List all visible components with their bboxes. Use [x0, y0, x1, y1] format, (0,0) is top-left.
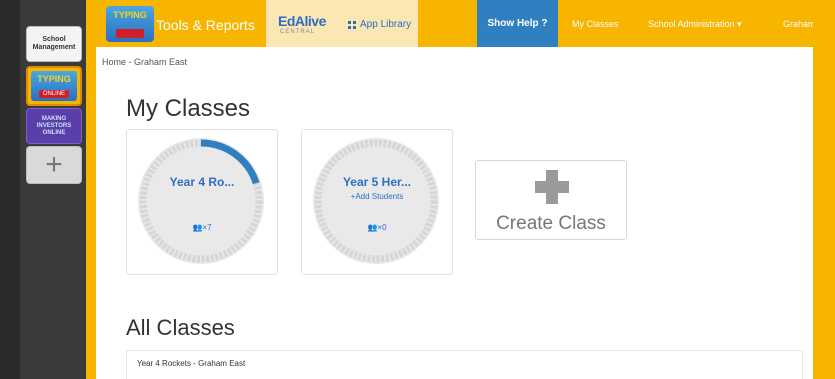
- edalive-logo-sub: CENTRAL: [280, 29, 316, 35]
- class-progress-ring: [313, 138, 439, 264]
- logo-subtitle: ONLINE: [39, 90, 69, 98]
- frame-border: [86, 0, 96, 379]
- add-students-link[interactable]: +Add Students: [302, 192, 452, 201]
- class-name: Year 4 Ro...: [169, 175, 235, 189]
- edalive-central-section: EdAlive CENTRAL App Library: [266, 0, 418, 47]
- ring-disc: [313, 138, 439, 264]
- school-administration-dropdown[interactable]: School Administration ▾: [648, 19, 742, 30]
- class-card[interactable]: Year 5 Her... +Add Students 👥×0: [301, 129, 453, 275]
- ring-disc: [138, 138, 264, 264]
- frame-border: [813, 0, 835, 379]
- plus-icon: [535, 181, 569, 193]
- logo-title: TYPING: [113, 10, 147, 20]
- app-tile-label: School Management: [32, 36, 76, 51]
- typing-online-logo: TYPING ONLINE: [31, 71, 77, 101]
- logo-banner: [116, 29, 144, 38]
- users-icon: 👥: [192, 223, 203, 232]
- student-count: 👥×7: [127, 223, 277, 232]
- show-help-button[interactable]: Show Help ?: [477, 0, 558, 47]
- top-navbar: TYPING Tools & Reports EdAlive CENTRAL A…: [86, 0, 835, 47]
- class-progress-ring: [138, 138, 264, 264]
- app-tile-label: MAKING INVESTORS ONLINE: [36, 115, 72, 136]
- app-tile-school-management[interactable]: School Management: [26, 26, 82, 62]
- all-classes-heading: All Classes: [126, 315, 235, 340]
- add-app-button[interactable]: +: [26, 146, 82, 184]
- main-content: Home - Graham East My Classes Year 4 Ro.…: [96, 47, 813, 379]
- create-class-label: Create Class: [496, 213, 606, 234]
- logo-title: TYPING: [37, 74, 71, 84]
- plus-icon: +: [45, 148, 63, 181]
- app-tile-maths-online[interactable]: MAKING INVESTORS ONLINE: [26, 108, 82, 144]
- app-library-link[interactable]: App Library: [360, 19, 411, 30]
- app-tile-typing-online[interactable]: TYPING ONLINE: [26, 66, 82, 106]
- left-rail: [0, 0, 20, 379]
- student-count-value: ×0: [377, 223, 387, 232]
- my-classes-link[interactable]: My Classes: [572, 19, 619, 29]
- app-switcher: School Management TYPING ONLINE MAKING I…: [20, 0, 86, 379]
- page-title: My Classes: [126, 95, 251, 122]
- grid-icon: [348, 21, 356, 29]
- list-item[interactable]: Year 4 Rockets - Graham East: [137, 359, 245, 368]
- class-card[interactable]: Year 4 Ro... 👥×7: [126, 129, 278, 275]
- edalive-logo[interactable]: EdAlive: [278, 13, 326, 29]
- student-count-value: ×7: [202, 223, 212, 232]
- tools-reports-link[interactable]: Tools & Reports: [156, 17, 255, 33]
- student-count: 👥×0: [302, 223, 452, 232]
- create-class-button[interactable]: Create Class: [475, 160, 627, 240]
- all-classes-list: Year 4 Rockets - Graham East: [126, 350, 803, 379]
- breadcrumb[interactable]: Home - Graham East: [102, 57, 187, 67]
- class-name: Year 5 Her...: [342, 175, 412, 189]
- users-icon: 👥: [367, 223, 378, 232]
- typing-online-logo[interactable]: TYPING: [106, 6, 154, 42]
